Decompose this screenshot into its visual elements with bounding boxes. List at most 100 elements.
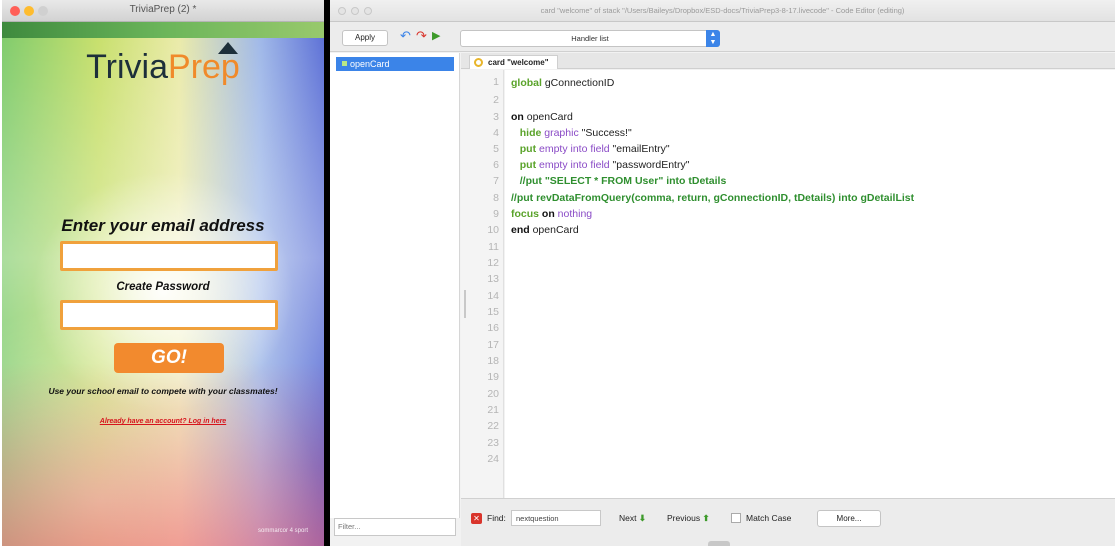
stack-header-band [2, 22, 324, 38]
find-label: Find: [487, 513, 506, 523]
undo-icon[interactable]: ↶ [400, 28, 411, 44]
code-token: focus [511, 208, 540, 220]
code-line-5: put empty into field "emailEntry" [511, 141, 670, 157]
code-line-1: global gConnectionID [511, 75, 614, 91]
line-number: 23 [487, 437, 499, 449]
code-token: nothing [554, 208, 593, 220]
line-number: 18 [487, 355, 499, 367]
match-case-checkbox[interactable] [731, 513, 741, 523]
horizontal-scrollbar[interactable] [708, 541, 730, 546]
handler-dot-icon [342, 61, 347, 66]
code-token: on [511, 111, 524, 123]
match-case-label: Match Case [746, 513, 792, 523]
code-token: gConnectionID [541, 77, 615, 89]
line-number: 6 [493, 159, 499, 171]
stack-window: TriviaPrep (2) * TriviaPrep Enter your e… [2, 0, 324, 546]
line-number: 3 [493, 111, 499, 123]
line-number: 12 [487, 257, 499, 269]
script-editor[interactable]: global gConnectionID on openCard hide gr… [505, 70, 1115, 498]
code-line-10: end openCard [511, 222, 579, 238]
line-number: 15 [487, 306, 499, 318]
handler-list-panel: openCard [330, 53, 460, 518]
line-number: 2 [493, 94, 499, 106]
find-input[interactable]: nextquestion [511, 510, 601, 526]
code-line-7: //put "SELECT * FROM User" into tDetails [511, 175, 727, 187]
code-token: openCard [529, 224, 579, 236]
more-button[interactable]: More... [817, 510, 881, 527]
arrow-down-icon: ⬇ [638, 513, 646, 523]
line-number: 13 [487, 273, 499, 285]
editor-titlebar: card "welcome" of stack "/Users/Baileys/… [330, 0, 1115, 22]
line-number: 1 [493, 76, 499, 88]
close-find-icon[interactable]: ✕ [471, 513, 482, 524]
footer-note: sommarcor 4 sport [257, 528, 308, 534]
password-heading: Create Password [116, 281, 210, 293]
code-line-4: hide graphic "Success!" [511, 125, 632, 141]
line-number: 5 [493, 143, 499, 155]
line-number: 22 [487, 420, 499, 432]
code-token: "passwordEntry" [609, 159, 690, 171]
run-icon[interactable]: ▶ [432, 28, 440, 44]
line-number: 17 [487, 339, 499, 351]
code-token: put [511, 143, 537, 155]
line-number-gutter: 1 2 3 4 5 6 7 8 9 10 11 12 13 14 15 16 1… [461, 70, 504, 498]
code-token: hide [511, 127, 542, 139]
stack-titlebar: TriviaPrep (2) * [2, 0, 324, 22]
stack-card: TriviaPrep Enter your email address Crea… [2, 22, 324, 546]
triviaprep-logo: TriviaPrep [2, 48, 324, 87]
code-line-3: on openCard [511, 109, 573, 125]
editor-toolbar: Apply ↶ ↷ ▶ Handler list ▲ ▼ [330, 22, 1115, 52]
code-token: graphic [541, 127, 579, 139]
logo-text-trivia: Trivia [86, 48, 169, 86]
handler-list-select[interactable]: Handler list ▲ ▼ [460, 30, 720, 47]
apply-button[interactable]: Apply [342, 30, 388, 46]
code-token: "emailEntry" [609, 143, 670, 155]
find-next-label: Next [619, 513, 637, 523]
code-line-8: //put revDataFromQuery(comma, return, gC… [511, 192, 915, 204]
editor-window-title: card "welcome" of stack "/Users/Baileys/… [540, 6, 905, 15]
go-button[interactable]: GO! [114, 343, 224, 373]
card-icon [474, 58, 483, 67]
line-number: 20 [487, 388, 499, 400]
line-number: 8 [493, 192, 499, 204]
code-token: put [511, 159, 537, 171]
code-editor-window: card "welcome" of stack "/Users/Baileys/… [330, 0, 1115, 546]
password-entry-field[interactable] [60, 300, 278, 330]
line-number: 14 [487, 290, 499, 302]
logo-text-prep: Prep [168, 48, 240, 86]
panel-splitter[interactable] [464, 290, 466, 318]
editor-tab-strip: card "welcome" [461, 53, 1115, 69]
line-number: 9 [493, 208, 499, 220]
compete-message: Use your school email to compete with yo… [48, 386, 278, 396]
tab-label: card "welcome" [488, 58, 549, 67]
line-number: 16 [487, 322, 499, 334]
find-bar: ✕ Find: nextquestion Next ⬇ Previous ⬆ M… [461, 498, 1115, 546]
code-token: empty into field [536, 143, 610, 155]
redo-icon[interactable]: ↷ [416, 28, 427, 44]
handler-item-label: openCard [350, 59, 390, 69]
line-number: 24 [487, 453, 499, 465]
line-number: 4 [493, 127, 499, 139]
handler-filter-input[interactable]: Filter... [334, 518, 456, 536]
code-token: empty into field [536, 159, 610, 171]
code-token: "Success!" [578, 127, 632, 139]
email-entry-field[interactable] [60, 241, 278, 271]
line-number: 11 [488, 241, 499, 253]
dropdown-arrows-icon: ▲ ▼ [706, 30, 720, 47]
stack-window-title: TriviaPrep (2) * [129, 4, 197, 15]
tab-card-welcome[interactable]: card "welcome" [469, 55, 558, 69]
code-token: on [539, 208, 555, 220]
code-token: end [511, 224, 530, 236]
find-previous-label: Previous [667, 513, 701, 523]
arrow-up-icon: ⬆ [702, 513, 710, 523]
email-heading: Enter your email address [61, 216, 265, 235]
code-token: global [511, 77, 542, 89]
find-next-button[interactable]: Next ⬇ [619, 513, 646, 524]
handler-item-opencard[interactable]: openCard [336, 57, 454, 71]
code-line-6: put empty into field "passwordEntry" [511, 157, 690, 173]
find-previous-button[interactable]: Previous ⬆ [667, 513, 710, 524]
login-link[interactable]: Already have an account? Log in here [2, 418, 324, 425]
line-number: 19 [487, 371, 499, 383]
line-number: 21 [487, 404, 499, 416]
code-line-9: focus on nothing [511, 206, 592, 222]
